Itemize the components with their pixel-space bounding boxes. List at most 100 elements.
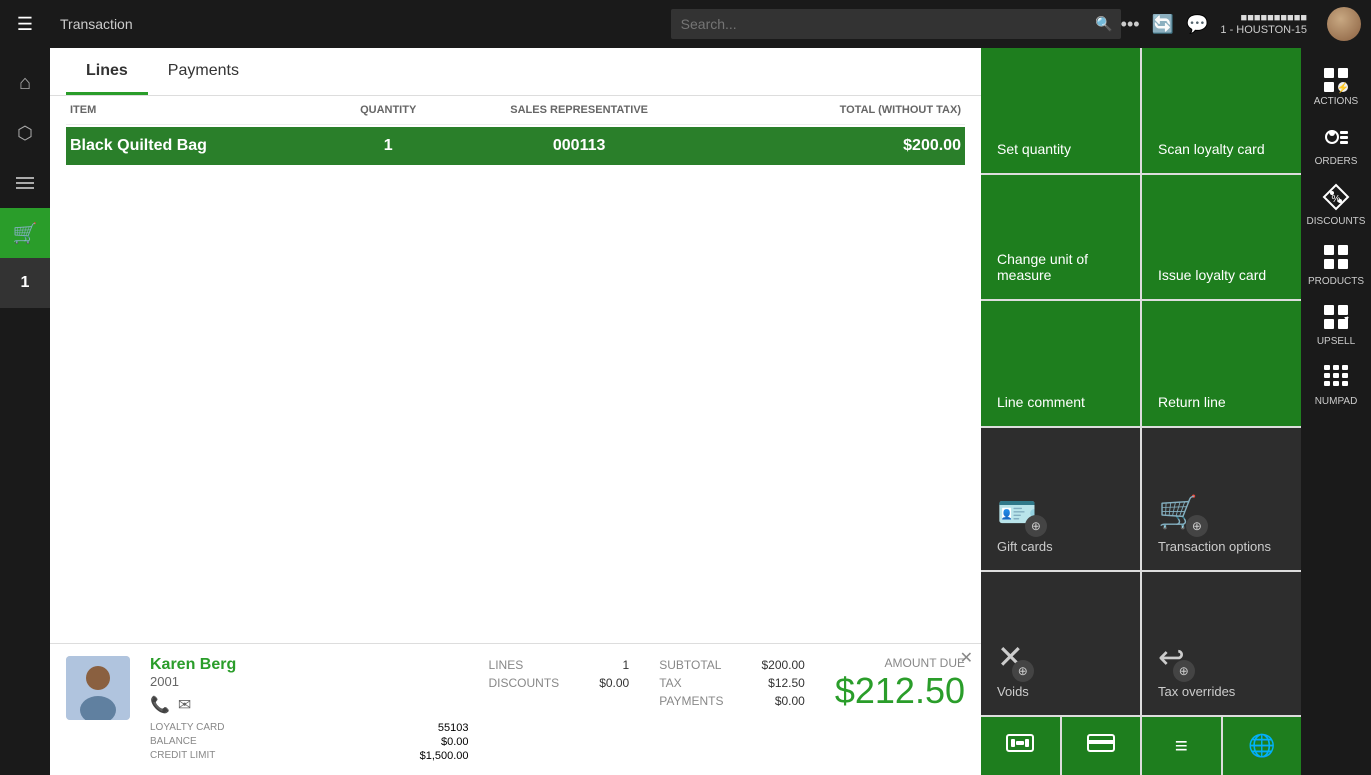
- voids-overlay-icon: ⊕: [1012, 660, 1034, 682]
- tab-payments[interactable]: Payments: [148, 48, 259, 95]
- voids-button[interactable]: ✕ ⊕ Voids: [981, 572, 1140, 715]
- actions-label: ACTIONS: [1314, 96, 1358, 107]
- chat-icon[interactable]: 💬: [1186, 14, 1208, 35]
- credit-limit-row: CREDIT LIMIT $1,500.00: [150, 749, 469, 763]
- tax-row: TAX $12.50: [659, 674, 805, 692]
- svg-text:%: %: [1332, 194, 1341, 205]
- table-area: ITEM QUANTITY SALES REPRESENTATIVE TOTAL…: [50, 96, 981, 643]
- cash-button[interactable]: [981, 717, 1062, 775]
- tabs: Lines Payments: [50, 48, 981, 96]
- upsell-icon: [1322, 303, 1350, 334]
- transaction-options-label: Transaction options: [1158, 539, 1271, 554]
- discounts-row: DISCOUNTS $0.00: [489, 674, 630, 692]
- home-icon: ⌂: [19, 72, 31, 95]
- subtotal-row: SUBTOTAL $200.00: [659, 656, 805, 674]
- exact-icon: ≡: [1175, 733, 1188, 759]
- change-uom-button[interactable]: Change unit of measure: [981, 175, 1140, 300]
- products-icon: ⬡: [17, 123, 33, 144]
- far-right-products[interactable]: PRODUCTS: [1301, 235, 1371, 295]
- sidebar-nav: ⌂ ⬡ 🛒 1: [0, 58, 50, 308]
- menu-icon: [16, 177, 34, 189]
- change-uom-label: Change unit of measure: [997, 251, 1124, 283]
- search-input[interactable]: [671, 9, 1121, 39]
- issue-loyalty-button[interactable]: Issue loyalty card: [1142, 175, 1301, 300]
- tax-overrides-label: Tax overrides: [1158, 684, 1235, 699]
- tax-overrides-button[interactable]: ↩ ⊕ Tax overrides: [1142, 572, 1301, 715]
- lines-row: LINES 1: [489, 656, 630, 674]
- far-right-discounts[interactable]: % DISCOUNTS: [1301, 175, 1371, 235]
- gift-cards-button[interactable]: 🪪 ⊕ Gift cards: [981, 428, 1140, 571]
- transaction-area: Lines Payments ITEM QUANTITY SALES REPRE…: [50, 48, 981, 775]
- tax-overrides-overlay-icon: ⊕: [1173, 660, 1195, 682]
- customer-id: 2001: [150, 674, 469, 689]
- card-icon: [1087, 732, 1115, 760]
- customer-details: LOYALTY CARD 55103 BALANCE $0.00 CREDIT …: [150, 721, 469, 763]
- cart-icon: 🛒: [13, 221, 38, 246]
- search-icon: 🔍: [1095, 16, 1112, 33]
- col-total: TOTAL (WITHOUT TAX): [706, 104, 961, 116]
- col-sales-rep: SALES REPRESENTATIVE: [452, 104, 707, 116]
- products-label: PRODUCTS: [1308, 276, 1364, 287]
- row-sales-rep: 000113: [452, 137, 707, 155]
- card-button[interactable]: [1062, 717, 1143, 775]
- more-options-icon[interactable]: •••: [1121, 14, 1140, 35]
- web-button[interactable]: 🌐: [1223, 717, 1302, 775]
- row-total: $200.00: [706, 137, 961, 155]
- sidebar-item-cart[interactable]: 🛒: [0, 208, 50, 258]
- summary-area: LINES 1 DISCOUNTS $0.00 SUBTOTAL $200.00: [489, 656, 965, 763]
- email-icon[interactable]: ✉: [178, 695, 191, 715]
- transaction-options-overlay-icon: ⊕: [1186, 515, 1208, 537]
- username: ■■■■■■■■■■: [1241, 12, 1307, 24]
- line-comment-label: Line comment: [997, 394, 1085, 410]
- issue-loyalty-label: Issue loyalty card: [1158, 267, 1266, 283]
- hamburger-menu[interactable]: ☰: [0, 0, 50, 48]
- return-line-label: Return line: [1158, 394, 1226, 410]
- scan-loyalty-button[interactable]: Scan loyalty card: [1142, 48, 1301, 173]
- numpad-icon: [1322, 363, 1350, 394]
- close-customer-button[interactable]: ✕: [960, 648, 973, 668]
- customer-info: Karen Berg 2001 📞 ✉ LOYALTY CARD 55103 B…: [150, 656, 469, 763]
- return-line-button[interactable]: Return line: [1142, 301, 1301, 426]
- far-right-numpad[interactable]: NUMPAD: [1301, 355, 1371, 415]
- topbar: Transaction 🔍 ••• 🔄 💬 ■■■■■■■■■■ 1 - HOU…: [50, 0, 1371, 48]
- sidebar: ☰ ⌂ ⬡ 🛒 1: [0, 0, 50, 775]
- col-quantity: QUANTITY: [325, 104, 452, 116]
- far-right-nav: ⚡ ACTIONS ORDERS: [1301, 48, 1371, 775]
- orders-label: ORDERS: [1315, 156, 1358, 167]
- table-header: ITEM QUANTITY SALES REPRESENTATIVE TOTAL…: [66, 96, 965, 125]
- summary-right: SUBTOTAL $200.00 TAX $12.50 PAYMENTS $0.…: [659, 656, 805, 763]
- location: 1 - HOUSTON-15: [1220, 24, 1307, 36]
- sidebar-item-menu[interactable]: [0, 158, 50, 208]
- far-right-actions[interactable]: ⚡ ACTIONS: [1301, 58, 1371, 115]
- row-item-name: Black Quilted Bag: [70, 137, 325, 155]
- sidebar-badge-count: 1: [0, 258, 50, 308]
- far-right-orders[interactable]: ORDERS: [1301, 115, 1371, 175]
- cash-icon: [1006, 732, 1034, 760]
- customer-name: Karen Berg: [150, 656, 469, 674]
- hamburger-icon: ☰: [17, 14, 33, 35]
- far-right-upsell[interactable]: UPSELL: [1301, 295, 1371, 355]
- gift-cards-overlay-icon: ⊕: [1025, 515, 1047, 537]
- exact-button[interactable]: ≡: [1142, 717, 1223, 775]
- phone-icon[interactable]: 📞: [150, 695, 170, 715]
- line-comment-button[interactable]: Line comment: [981, 301, 1140, 426]
- set-quantity-button[interactable]: Set quantity: [981, 48, 1140, 173]
- sidebar-item-home[interactable]: ⌂: [0, 58, 50, 108]
- refresh-icon[interactable]: 🔄: [1152, 14, 1174, 35]
- actions-icon: ⚡: [1322, 66, 1350, 94]
- summary-left: LINES 1 DISCOUNTS $0.00: [489, 656, 630, 763]
- upsell-label: UPSELL: [1317, 336, 1355, 347]
- search-wrapper: 🔍: [671, 9, 1121, 39]
- numpad-label: NUMPAD: [1315, 396, 1358, 407]
- transaction-options-button[interactable]: 🛒 ⊕ Transaction options: [1142, 428, 1301, 571]
- right-panel: Set quantity Scan loyalty card Change un…: [981, 48, 1301, 775]
- table-row[interactable]: Black Quilted Bag 1 000113 $200.00: [66, 127, 965, 165]
- bottom-bar: ≡ 🌐: [981, 715, 1301, 775]
- content-row: Lines Payments ITEM QUANTITY SALES REPRE…: [50, 48, 1371, 775]
- cart-count: 1: [21, 274, 30, 292]
- sidebar-item-products[interactable]: ⬡: [0, 108, 50, 158]
- action-grid: Set quantity Scan loyalty card Change un…: [981, 48, 1301, 715]
- tab-lines[interactable]: Lines: [66, 48, 148, 95]
- user-avatar[interactable]: [1327, 7, 1361, 41]
- svg-text:⚡: ⚡: [1337, 81, 1349, 94]
